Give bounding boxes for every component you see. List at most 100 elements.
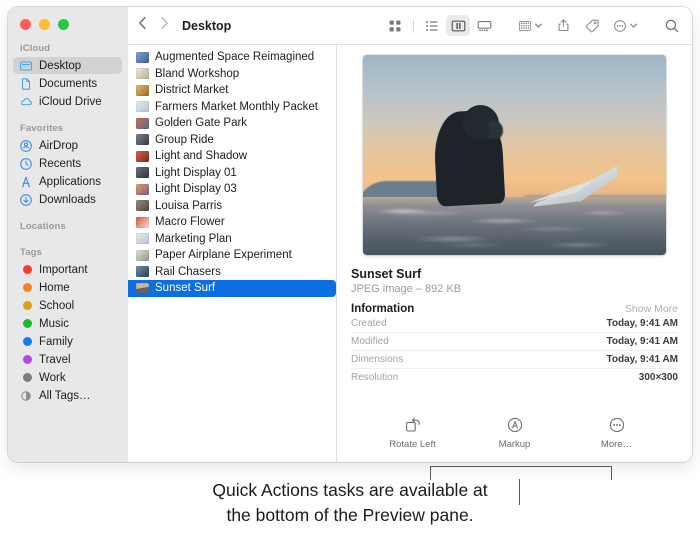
info-key: Dimensions xyxy=(351,354,403,365)
forward-button[interactable] xyxy=(160,16,169,35)
sidebar-item-all-tags[interactable]: All Tags… xyxy=(13,387,122,404)
preview-image xyxy=(363,55,666,255)
list-item[interactable]: Rail Chasers xyxy=(128,264,336,281)
info-row: Dimensions Today, 9:41 AM xyxy=(351,351,678,369)
minimize-button[interactable] xyxy=(39,19,50,30)
list-item[interactable]: Paper Airplane Experiment xyxy=(128,247,336,264)
file-name: District Market xyxy=(155,84,228,96)
sidebar-item-tag-travel[interactable]: Travel xyxy=(13,351,122,368)
file-name: Bland Workshop xyxy=(155,68,239,80)
applications-icon xyxy=(19,175,33,189)
sidebar-item-label: iCloud Drive xyxy=(39,96,102,108)
sidebar-item-airdrop[interactable]: AirDrop xyxy=(13,137,122,154)
page-title: Desktop xyxy=(182,19,231,33)
file-thumbnail-icon xyxy=(136,85,149,96)
view-mode-group xyxy=(383,15,496,36)
sidebar-item-label: AirDrop xyxy=(39,140,78,152)
sidebar-item-downloads[interactable]: Downloads xyxy=(13,191,122,208)
sidebar-item-label: Downloads xyxy=(39,194,96,206)
sidebar-section-header-tags: Tags xyxy=(8,247,128,260)
file-name: Group Ride xyxy=(155,134,214,146)
column-view-button[interactable] xyxy=(446,15,470,36)
quick-action-more[interactable]: More… xyxy=(588,415,646,450)
info-value: 300×300 xyxy=(639,372,678,383)
file-thumbnail-icon xyxy=(136,118,149,129)
info-row: Created Today, 9:41 AM xyxy=(351,315,678,333)
file-name: Sunset Surf xyxy=(155,282,215,294)
nav-buttons xyxy=(138,16,169,35)
sidebar-section-header-favorites: Favorites xyxy=(8,123,128,136)
file-thumbnail-icon xyxy=(136,184,149,195)
preview-pane: Sunset Surf JPEG image – 892 KB Informat… xyxy=(337,45,692,462)
callout-caption: Quick Actions tasks are available at the… xyxy=(0,478,700,528)
icon-view-button[interactable] xyxy=(383,15,407,36)
list-view-button[interactable] xyxy=(420,15,444,36)
chevron-down-icon xyxy=(629,17,638,35)
file-name: Augmented Space Reimagined xyxy=(155,51,314,63)
info-key: Resolution xyxy=(351,372,398,383)
sidebar-item-documents[interactable]: Documents xyxy=(13,75,122,92)
file-thumbnail-icon xyxy=(136,68,149,79)
sidebar-item-tag-important[interactable]: Important xyxy=(13,261,122,278)
list-item[interactable]: Macro Flower xyxy=(128,214,336,231)
document-icon xyxy=(19,77,33,91)
sidebar-item-tag-school[interactable]: School xyxy=(13,297,122,314)
list-item[interactable]: Marketing Plan xyxy=(128,231,336,248)
info-value: Today, 9:41 AM xyxy=(607,354,679,365)
preview-file-name: Sunset Surf xyxy=(351,267,678,281)
sidebar-item-label: Work xyxy=(39,372,66,384)
file-thumbnail-icon xyxy=(136,250,149,261)
group-by-button[interactable] xyxy=(518,17,543,35)
finder-window: iCloud Desktop Documents iCloud Drive xyxy=(8,7,692,462)
window-content: Desktop xyxy=(128,7,692,462)
sidebar-item-applications[interactable]: Applications xyxy=(13,173,122,190)
zoom-button[interactable] xyxy=(58,19,69,30)
file-list: Augmented Space Reimagined Bland Worksho… xyxy=(128,45,337,462)
list-item[interactable]: Light and Shadow xyxy=(128,148,336,165)
list-item[interactable]: Augmented Space Reimagined xyxy=(128,49,336,66)
file-name: Farmers Market Monthly Packet xyxy=(155,101,318,113)
list-item[interactable]: District Market xyxy=(128,82,336,99)
list-item[interactable]: Farmers Market Monthly Packet xyxy=(128,99,336,116)
tag-dot-icon xyxy=(19,317,33,331)
tag-dot-icon xyxy=(19,371,33,385)
sidebar-item-desktop[interactable]: Desktop xyxy=(13,57,122,74)
file-name: Golden Gate Park xyxy=(155,117,247,129)
list-item[interactable]: Group Ride xyxy=(128,132,336,149)
sidebar-item-tag-home[interactable]: Home xyxy=(13,279,122,296)
sidebar-item-icloud-drive[interactable]: iCloud Drive xyxy=(13,93,122,110)
sidebar-item-tag-music[interactable]: Music xyxy=(13,315,122,332)
desktop-icon xyxy=(19,59,33,73)
gallery-view-button[interactable] xyxy=(472,15,496,36)
file-thumbnail-icon xyxy=(136,283,149,294)
search-icon[interactable] xyxy=(664,18,680,34)
sidebar-item-recents[interactable]: Recents xyxy=(13,155,122,172)
file-name: Paper Airplane Experiment xyxy=(155,249,292,261)
file-name: Light Display 03 xyxy=(155,183,237,195)
file-thumbnail-icon xyxy=(136,101,149,112)
list-item-selected[interactable]: Sunset Surf xyxy=(128,280,336,297)
action-menu-button[interactable] xyxy=(613,17,638,35)
tag-dot-icon xyxy=(19,281,33,295)
tags-button[interactable] xyxy=(584,18,600,33)
file-thumbnail-icon xyxy=(136,167,149,178)
list-item[interactable]: Light Display 03 xyxy=(128,181,336,198)
file-name: Light and Shadow xyxy=(155,150,247,162)
sidebar-item-tag-family[interactable]: Family xyxy=(13,333,122,350)
download-icon xyxy=(19,193,33,207)
list-item[interactable]: Golden Gate Park xyxy=(128,115,336,132)
share-button[interactable] xyxy=(556,18,571,33)
list-item[interactable]: Bland Workshop xyxy=(128,66,336,83)
back-button[interactable] xyxy=(138,16,147,35)
info-value: Today, 9:41 AM xyxy=(607,318,679,329)
sidebar: iCloud Desktop Documents iCloud Drive xyxy=(8,7,128,462)
close-button[interactable] xyxy=(20,19,31,30)
sidebar-item-tag-work[interactable]: Work xyxy=(13,369,122,386)
quick-action-rotate-left[interactable]: Rotate Left xyxy=(384,415,442,450)
sidebar-item-label: Home xyxy=(39,282,70,294)
list-item[interactable]: Light Display 01 xyxy=(128,165,336,182)
list-item[interactable]: Louisa Parris xyxy=(128,198,336,215)
file-thumbnail-icon xyxy=(136,200,149,211)
quick-action-markup[interactable]: Markup xyxy=(486,415,544,450)
show-more-button[interactable]: Show More xyxy=(625,303,678,315)
